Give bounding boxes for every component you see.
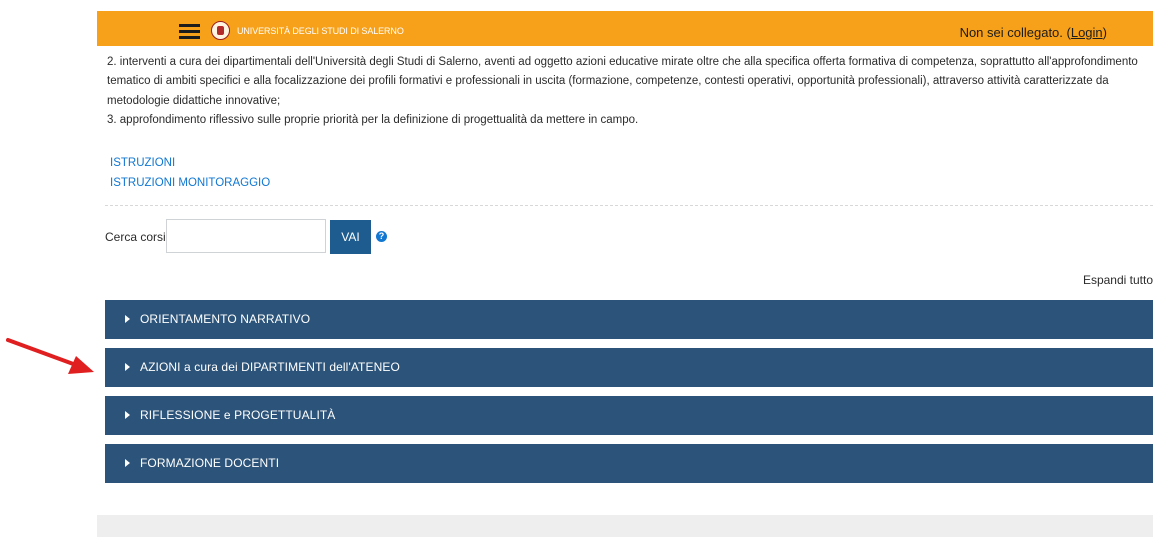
instruction-links: ISTRUZIONI ISTRUZIONI MONITORAGGIO bbox=[110, 153, 270, 193]
caret-right-icon bbox=[125, 410, 130, 419]
link-istruzioni-monitoraggio[interactable]: ISTRUZIONI MONITORAGGIO bbox=[110, 173, 270, 193]
menu-icon[interactable] bbox=[179, 24, 200, 39]
category-formazione-docenti[interactable]: FORMAZIONE DOCENTI bbox=[105, 444, 1153, 483]
top-navbar: UNIVERSITÀ DEGLI STUDI DI SALERNO Non se… bbox=[97, 11, 1153, 46]
category-label: AZIONI a cura dei DIPARTIMENTI dell'ATEN… bbox=[140, 360, 400, 374]
category-label: RIFLESSIONE e PROGETTUALITÀ bbox=[140, 408, 336, 422]
university-logo-icon[interactable] bbox=[211, 21, 230, 40]
category-label: FORMAZIONE DOCENTI bbox=[140, 456, 280, 470]
category-label: ORIENTAMENTO NARRATIVO bbox=[140, 312, 311, 326]
login-info: Non sei collegato. (Login) bbox=[960, 25, 1107, 40]
footer bbox=[97, 515, 1153, 537]
red-arrow-annotation-icon bbox=[6, 338, 94, 374]
caret-right-icon bbox=[125, 458, 130, 467]
search-input[interactable] bbox=[166, 219, 326, 253]
help-icon[interactable]: ? bbox=[376, 231, 387, 242]
search-button[interactable]: VAI bbox=[330, 220, 371, 254]
divider bbox=[105, 205, 1153, 206]
caret-right-icon bbox=[125, 314, 130, 323]
login-suffix: ) bbox=[1102, 25, 1107, 40]
link-istruzioni[interactable]: ISTRUZIONI bbox=[110, 153, 270, 173]
category-azioni-dipartimenti[interactable]: AZIONI a cura dei DIPARTIMENTI dell'ATEN… bbox=[105, 348, 1153, 387]
summary-paragraph-2: 2. interventi a cura dei dipartimentali … bbox=[107, 56, 1138, 107]
caret-right-icon bbox=[125, 362, 130, 371]
category-riflessione-progettualita[interactable]: RIFLESSIONE e PROGETTUALITÀ bbox=[105, 396, 1153, 435]
login-prefix: Non sei collegato. ( bbox=[959, 25, 1071, 40]
summary-paragraph-3: 3. approfondimento riflessivo sulle prop… bbox=[107, 114, 639, 127]
search-label: Cerca corsi bbox=[105, 230, 166, 244]
login-link[interactable]: Login bbox=[1071, 25, 1103, 40]
course-summary: 2. interventi a cura dei dipartimentali … bbox=[107, 53, 1153, 131]
category-orientamento-narrativo[interactable]: ORIENTAMENTO NARRATIVO bbox=[105, 300, 1153, 339]
expand-all-link[interactable]: Espandi tutto bbox=[1083, 273, 1153, 287]
site-name[interactable]: UNIVERSITÀ DEGLI STUDI DI SALERNO bbox=[237, 26, 404, 36]
